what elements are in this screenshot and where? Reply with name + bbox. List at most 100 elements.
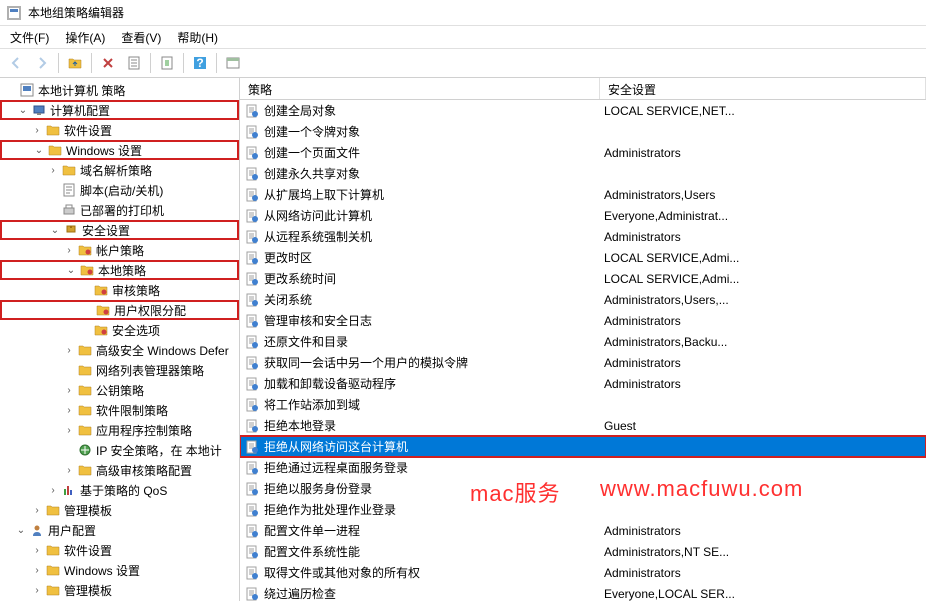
policy-folder-icon [77, 242, 93, 258]
tree-pane[interactable]: 本地计算机 策略 ⌄ 计算机配置 › 软件设置 ⌄ Windows 设置 › 域 [0, 78, 240, 601]
tree-public-key[interactable]: › 公钥策略 [0, 380, 239, 400]
policy-row[interactable]: 拒绝从网络访问这台计算机 [240, 436, 926, 457]
menu-help[interactable]: 帮助(H) [171, 27, 224, 48]
column-security-setting[interactable]: 安全设置 [600, 78, 926, 99]
tree-advanced-audit[interactable]: › 高级审核策略配置 [0, 460, 239, 480]
policy-row[interactable]: 从远程系统强制关机Administrators [240, 226, 926, 247]
tree-windows-settings[interactable]: ⌄ Windows 设置 [0, 140, 239, 160]
menubar: 文件(F) 操作(A) 查看(V) 帮助(H) [0, 26, 926, 48]
policy-item-icon [244, 502, 260, 518]
policy-folder-icon [93, 322, 109, 338]
tree-software-restriction[interactable]: › 软件限制策略 [0, 400, 239, 420]
policy-row[interactable]: 创建一个页面文件Administrators [240, 142, 926, 163]
expand-icon[interactable]: › [30, 545, 44, 556]
back-button [4, 51, 28, 75]
script-icon [61, 182, 77, 198]
policy-row[interactable]: 拒绝作为批处理作业登录 [240, 499, 926, 520]
policy-name-cell: 从远程系统强制关机 [240, 228, 600, 245]
policy-row[interactable]: 管理审核和安全日志Administrators [240, 310, 926, 331]
tree-admin-templates2[interactable]: › 管理模板 [0, 580, 239, 600]
tree-deployed-printers[interactable]: 已部署的打印机 [0, 200, 239, 220]
folder-icon [77, 382, 93, 398]
extra-button[interactable] [221, 51, 245, 75]
policy-row[interactable]: 关闭系统Administrators,Users,... [240, 289, 926, 310]
policy-row[interactable]: 拒绝本地登录Guest [240, 415, 926, 436]
expand-icon[interactable]: › [30, 565, 44, 576]
policy-row[interactable]: 将工作站添加到域 [240, 394, 926, 415]
tree-qos[interactable]: › 基于策略的 QoS [0, 480, 239, 500]
delete-button[interactable] [96, 51, 120, 75]
toolbar-separator [183, 53, 184, 73]
policy-row[interactable]: 拒绝以服务身份登录 [240, 478, 926, 499]
policy-name: 更改系统时间 [264, 270, 336, 287]
tree-app-control[interactable]: › 应用程序控制策略 [0, 420, 239, 440]
policy-name: 绕过遍历检查 [264, 585, 336, 601]
policy-row[interactable]: 拒绝通过远程桌面服务登录 [240, 457, 926, 478]
collapse-icon[interactable]: ⌄ [48, 225, 62, 236]
tree-security-settings[interactable]: ⌄ 安全设置 [0, 220, 239, 240]
collapse-icon[interactable]: ⌄ [14, 525, 28, 536]
policy-row[interactable]: 配置文件单一进程Administrators [240, 520, 926, 541]
tree-windows-settings2[interactable]: › Windows 设置 [0, 560, 239, 580]
tree-ip-security[interactable]: IP 安全策略，在 本地计 [0, 440, 239, 460]
policy-name-cell: 更改系统时间 [240, 270, 600, 287]
expand-icon[interactable]: › [62, 425, 76, 436]
collapse-icon[interactable]: ⌄ [64, 265, 78, 276]
tree-user-rights-assignment[interactable]: 用户权限分配 [0, 300, 239, 320]
column-policy[interactable]: 策略 [240, 78, 600, 99]
tree-windows-defender[interactable]: › 高级安全 Windows Defer [0, 340, 239, 360]
policy-name: 取得文件或其他对象的所有权 [264, 564, 420, 581]
policy-row[interactable]: 创建一个令牌对象 [240, 121, 926, 142]
tree-computer-config[interactable]: ⌄ 计算机配置 [0, 100, 239, 120]
policy-row[interactable]: 加载和卸载设备驱动程序Administrators [240, 373, 926, 394]
expand-icon[interactable]: › [62, 245, 76, 256]
policy-row[interactable]: 获取同一会话中另一个用户的模拟令牌Administrators [240, 352, 926, 373]
tree-account-policies[interactable]: › 帐户策略 [0, 240, 239, 260]
tree-audit-policy[interactable]: 审核策略 [0, 280, 239, 300]
expand-icon[interactable]: › [30, 585, 44, 596]
policy-value-cell: LOCAL SERVICE,Admi... [600, 272, 926, 286]
expand-icon[interactable]: › [46, 485, 60, 496]
policy-row[interactable]: 还原文件和目录Administrators,Backu... [240, 331, 926, 352]
policy-row[interactable]: 更改时区LOCAL SERVICE,Admi... [240, 247, 926, 268]
tree-security-options[interactable]: 安全选项 [0, 320, 239, 340]
expand-icon[interactable]: › [62, 465, 76, 476]
policy-row[interactable]: 取得文件或其他对象的所有权Administrators [240, 562, 926, 583]
policy-row[interactable]: 从扩展坞上取下计算机Administrators,Users [240, 184, 926, 205]
policy-row[interactable]: 配置文件系统性能Administrators,NT SE... [240, 541, 926, 562]
policy-name-cell: 更改时区 [240, 249, 600, 266]
menu-view[interactable]: 查看(V) [115, 27, 167, 48]
policy-row[interactable]: 绕过遍历检查Everyone,LOCAL SER... [240, 583, 926, 601]
policy-row[interactable]: 创建全局对象LOCAL SERVICE,NET... [240, 100, 926, 121]
refresh-button[interactable] [155, 51, 179, 75]
policy-item-icon [244, 103, 260, 119]
menu-action[interactable]: 操作(A) [59, 27, 111, 48]
tree-software-settings2[interactable]: › 软件设置 [0, 540, 239, 560]
expand-icon[interactable]: › [62, 385, 76, 396]
expand-icon[interactable]: › [62, 345, 76, 356]
tree-software-settings[interactable]: › 软件设置 [0, 120, 239, 140]
tree-network-list[interactable]: 网络列表管理器策略 [0, 360, 239, 380]
policy-row[interactable]: 更改系统时间 LOCAL SERVICE,Admi... [240, 268, 926, 289]
tree-local-policies-wrapper: ⌄ 本地策略 [0, 260, 239, 280]
tree-name-resolution[interactable]: › 域名解析策略 [0, 160, 239, 180]
expand-icon[interactable]: › [46, 165, 60, 176]
qos-icon [61, 482, 77, 498]
tree-local-policies[interactable]: ⌄ 本地策略 [0, 260, 239, 280]
up-button[interactable] [63, 51, 87, 75]
tree-scripts[interactable]: 脚本(启动/关机) [0, 180, 239, 200]
tree-user-config[interactable]: ⌄ 用户配置 [0, 520, 239, 540]
policy-row[interactable]: 从网络访问此计算机Everyone,Administrat... [240, 205, 926, 226]
collapse-icon[interactable]: ⌄ [16, 105, 30, 116]
help-button[interactable]: ? [188, 51, 212, 75]
policy-row[interactable]: 创建永久共享对象 [240, 163, 926, 184]
collapse-icon[interactable]: ⌄ [32, 145, 46, 156]
tree-root[interactable]: 本地计算机 策略 [0, 80, 239, 100]
expand-icon[interactable]: › [62, 405, 76, 416]
menu-file[interactable]: 文件(F) [4, 27, 55, 48]
properties-button[interactable] [122, 51, 146, 75]
list-pane[interactable]: 策略 安全设置 创建全局对象LOCAL SERVICE,NET...创建一个令牌… [240, 78, 926, 601]
tree-admin-templates[interactable]: › 管理模板 [0, 500, 239, 520]
expand-icon[interactable]: › [30, 505, 44, 516]
expand-icon[interactable]: › [30, 125, 44, 136]
